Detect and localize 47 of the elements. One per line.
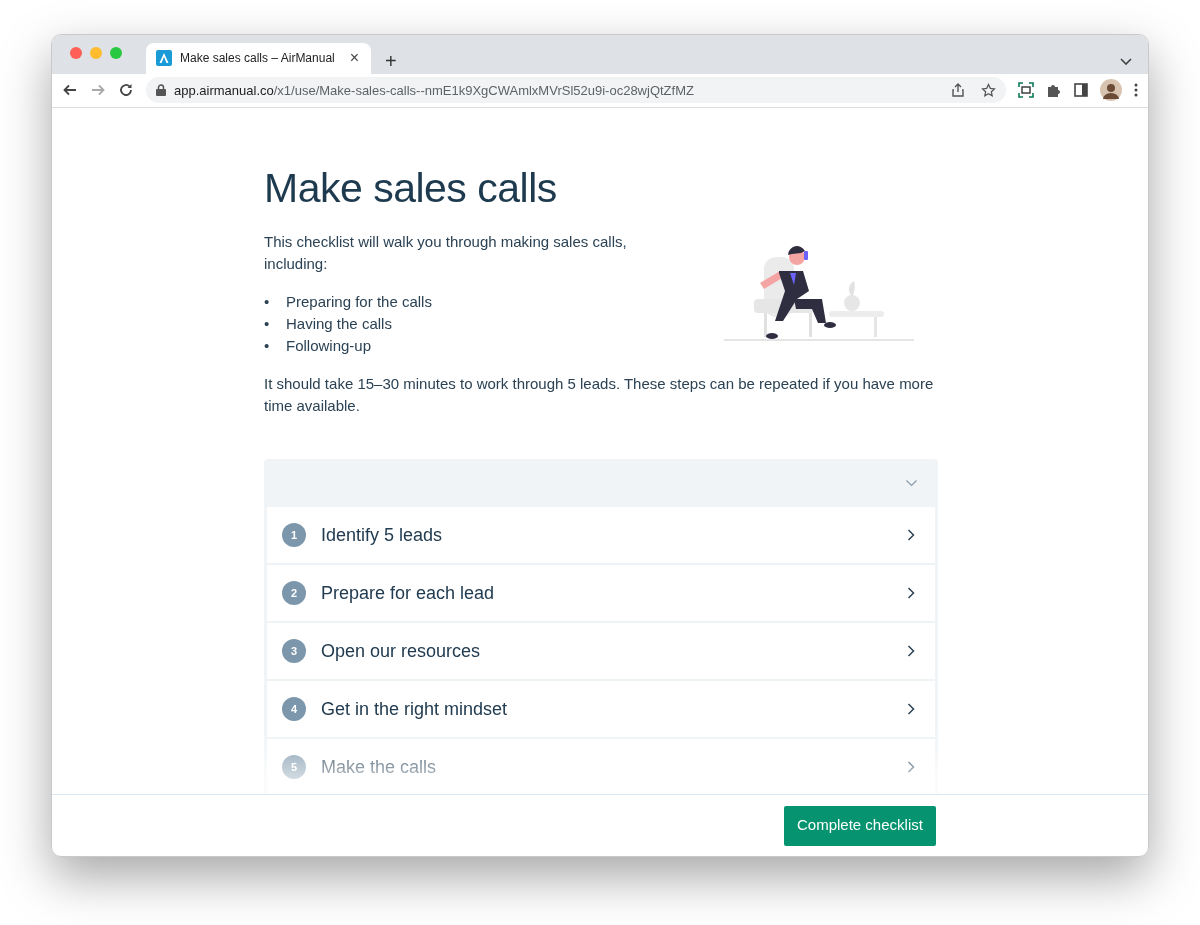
chevron-right-icon [907,645,915,657]
step-title: Get in the right mindset [321,697,509,721]
screenshot-icon[interactable] [1018,82,1034,99]
bullet-marker: • [264,336,271,356]
duration-note: It should take 15–30 minutes to work through 5 leads. These steps can be repeated if you have more time available. [264,374,935,416]
step-number: 2 [282,581,306,605]
bullet-marker: • [264,292,271,312]
bullet-marker: • [264,314,271,334]
chevron-right-icon [907,761,915,773]
step-number: 5 [282,755,306,779]
step-row[interactable]: 2 Prepare for each lead [267,565,935,623]
step-row[interactable]: 4 Get in the right mindset [267,681,935,739]
chevron-down-icon[interactable] [1120,57,1132,66]
step-number: 4 [282,697,306,721]
step-title: Make the calls [321,755,438,779]
sidebar-icon[interactable] [1074,83,1088,98]
step-row[interactable]: 3 Open our resources [267,623,935,681]
logo-icon [156,50,172,67]
step-number: 1 [282,523,306,547]
collapse-chevron-icon[interactable] [906,479,917,487]
step-number: 3 [282,639,306,663]
url-text: app.airmanual.co/x1/use/Make-sales-calls--nmE1k9XgCWAmlxMVrSl52u9i-oc28wjQtZfMZ [174,81,695,100]
step-title: Identify 5 leads [321,523,444,547]
reload-icon[interactable] [118,82,134,99]
address-bar[interactable]: app.airmanual.co/x1/use/Make-sales-calls--nmE1k9XgCWAmlxMVrSl52u9i-oc28wjQtZfMZ [146,77,1006,104]
chevron-right-icon [907,587,915,599]
browser-tab[interactable]: Make sales calls – AirManual × [146,42,371,74]
new-tab-button[interactable]: + [379,49,403,72]
step-row[interactable]: 1 Identify 5 leads [267,507,935,565]
intro-paragraph: This checklist will walk you through making sales calls, including: [264,232,628,274]
bullet-text: Preparing for the calls [286,292,432,312]
complete-checklist-button[interactable]: Complete checklist [784,805,936,846]
chevron-right-icon [907,703,915,715]
tab-title: Make sales calls – AirManual [180,50,336,68]
share-icon[interactable] [951,83,965,98]
step-title: Open our resources [321,639,482,663]
lock-icon [156,84,166,97]
bullet-text: Having the calls [286,314,392,334]
page-title: Make sales calls [264,163,558,213]
puzzle-icon[interactable] [1046,82,1062,99]
step-title: Prepare for each lead [321,581,496,605]
menu-icon[interactable] [1134,83,1138,98]
close-tab-button[interactable]: × [347,50,361,67]
chevron-right-icon [907,529,915,541]
bullet-text: Following-up [286,336,372,356]
star-icon[interactable] [981,82,996,98]
avatar-icon[interactable] [1100,79,1122,102]
